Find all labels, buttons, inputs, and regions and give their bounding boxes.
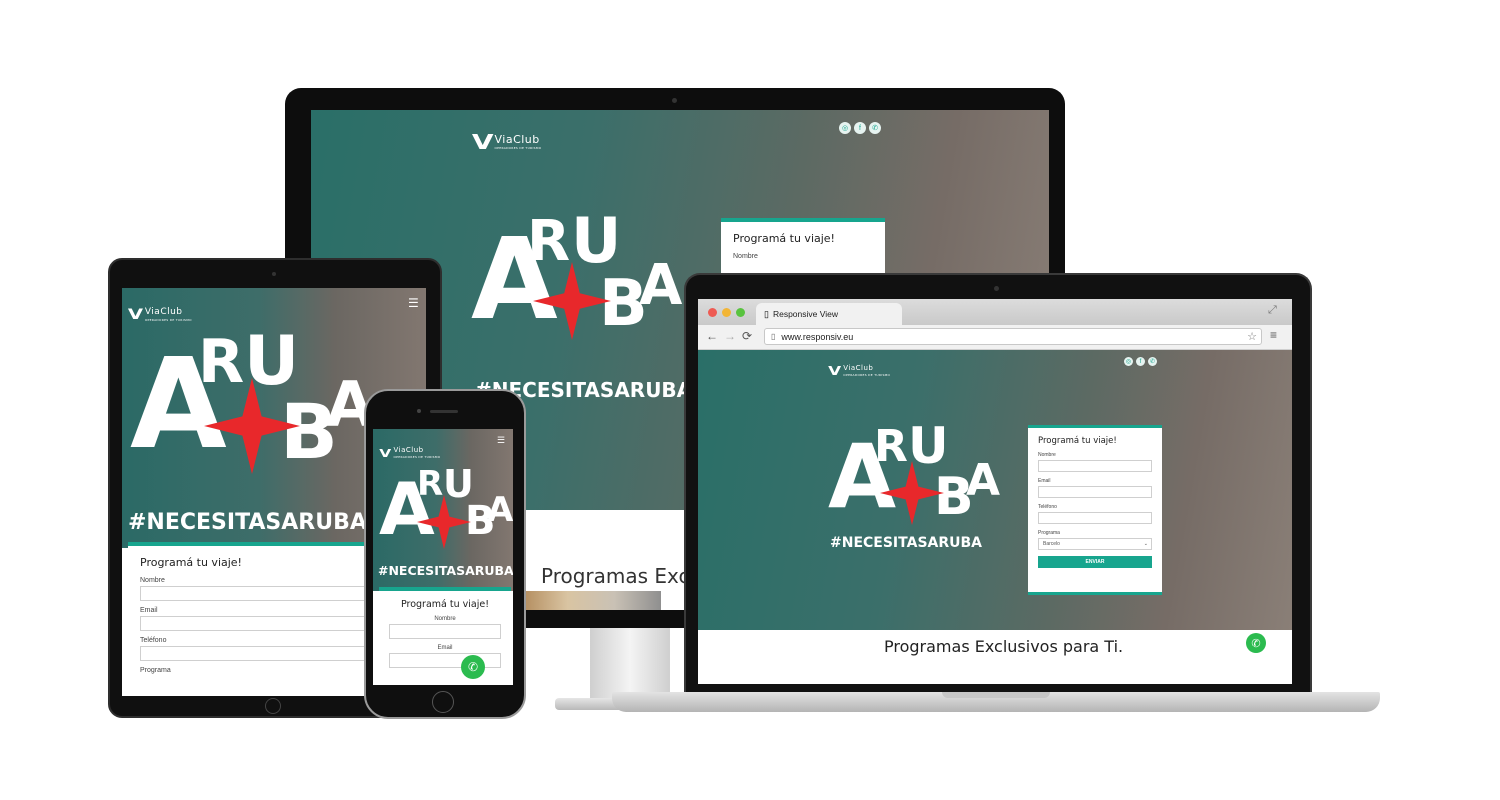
phone-form-label-email: Email [437,645,453,651]
laptop-facebook-icon[interactable]: f [1136,357,1145,366]
phone-screen: V ViaClub OPERADORES DE TURISMO ☰ A R U B… [373,429,513,685]
phone-logo-tagline: OPERADORES DE TURISMO [393,455,441,459]
bookmark-star-icon[interactable]: ☆ [1247,330,1257,343]
phone-form-title: Programá tu viaje! [400,599,490,610]
reload-icon[interactable]: ⟳ [742,329,752,343]
tablet-logo-v-mark: V [127,307,144,323]
laptop-whatsapp-button[interactable]: ✆ [1246,633,1266,653]
address-bar[interactable]: ▯ www.responsiv.eu ☆ [764,328,1262,345]
window-maximize-button[interactable] [736,308,745,317]
laptop-form-label-email: Email [1038,478,1051,484]
whatsapp-icon[interactable]: ✆ [869,122,881,134]
logo-name: ViaClub [494,133,540,146]
laptop-booking-form: Programá tu viaje! Nombre Email Teléfono… [1028,425,1162,595]
phone-form-label-name: Nombre [434,616,456,622]
facebook-icon[interactable]: f [854,122,866,134]
phone-camera [417,409,421,413]
laptop-notch [942,692,1050,698]
phone-aruba-logo: A R U B A [379,465,513,557]
laptop-form-title: Programá tu viaje! [1038,436,1117,446]
laptop-form-label-program: Programa [1038,530,1060,536]
laptop-viaclub-logo[interactable]: V ViaClub OPERADORES DE TURISMO [828,364,891,378]
laptop-submit-button[interactable]: ENVIAR [1038,556,1152,568]
tablet-home-button[interactable] [265,698,281,714]
laptop-logo-name: ViaClub [843,364,874,372]
browser-titlebar: ▯ Responsive View ⤢ [698,299,1292,325]
window-minimize-button[interactable] [722,308,731,317]
laptop-compass-star-icon [880,461,944,525]
tablet-aruba-logo: A R U B A [130,328,374,492]
section-title: Programas Exclu [541,564,708,588]
tablet-viaclub-logo[interactable]: V ViaClub OPERADORES DE TURISMO [127,307,192,323]
laptop-logo-tagline: OPERADORES DE TURISMO [843,373,891,377]
laptop-instagram-icon[interactable]: ◎ [1124,357,1133,366]
laptop-phone-input[interactable] [1038,512,1152,524]
monitor-camera [672,98,677,103]
phone-aruba-letter-a2: A [487,490,513,530]
browser-tab[interactable]: ▯ Responsive View [756,303,902,325]
laptop-whatsapp-icon[interactable]: ✆ [1148,357,1157,366]
laptop-name-input[interactable] [1038,460,1152,472]
forward-icon[interactable]: → [724,329,736,343]
window-close-button[interactable] [708,308,717,317]
laptop-social-links: ◎ f ✆ [1124,357,1157,366]
laptop-form-label-phone: Teléfono [1038,504,1057,510]
logo-v-mark: V [471,130,494,154]
tab-title: Responsive View [772,309,838,319]
fullscreen-icon[interactable]: ⤢ [1268,304,1277,317]
monitor-stand [590,628,670,698]
phone-whatsapp-button[interactable]: ✆ [461,655,485,679]
laptop-program-select[interactable]: Barcelo ⌄ [1038,538,1152,550]
phone-speaker [430,410,458,413]
laptop-aruba-logo: A R U B A [828,421,1001,535]
browser-menu-icon[interactable]: ≡ [1270,328,1277,342]
laptop-logo-v-mark: V [828,364,842,378]
laptop-form-label-name: Nombre [1038,452,1056,458]
phone-booking-form: Programá tu viaje! Nombre Email [379,587,511,685]
social-links: ◎ f ✆ [839,122,881,134]
aruba-letter-a2: A [639,253,683,318]
tablet-logo-name: ViaClub [144,307,183,317]
form-label-name: Nombre [733,253,758,260]
page-icon: ▯ [771,332,776,341]
laptop-camera [994,286,999,291]
phone-device: V ViaClub OPERADORES DE TURISMO ☰ A R U B… [364,389,526,719]
laptop-hero-hashtag: #NECESITASARUBA [830,535,983,551]
phone-hero-hashtag: #NECESITASARUBA [378,563,513,578]
aruba-logo: A R U B A [471,210,683,360]
phone-logo-v-mark: V [379,446,392,460]
back-icon[interactable]: ← [706,329,718,343]
tablet-compass-star-icon [204,378,300,474]
phone-name-input[interactable] [389,624,501,639]
laptop-program-value: Barcelo [1043,541,1060,547]
logo-tagline: OPERADORES DE TURISMO [494,146,542,150]
phone-menu-icon[interactable]: ☰ [497,435,505,446]
tablet-hero-hashtag: #NECESITASARUBA [128,510,367,535]
browser-toolbar: ← → ⟳ ▯ www.responsiv.eu ☆ ≡ [698,325,1292,350]
tablet-menu-icon[interactable]: ☰ [408,296,419,310]
phone-home-button[interactable] [432,691,454,713]
tab-phone-icon: ▯ [764,308,769,319]
laptop-device: ▯ Responsive View ⤢ ← → ⟳ ▯ www.responsi… [684,273,1312,697]
laptop-section-title: Programas Exclusivos para Ti. [884,637,1124,656]
phone-logo-name: ViaClub [393,446,424,454]
phone-viaclub-logo[interactable]: V ViaClub OPERADORES DE TURISMO [379,446,441,460]
viaclub-logo[interactable]: V ViaClub OPERADORES DE TURISMO [471,130,542,154]
laptop-email-input[interactable] [1038,486,1152,498]
phone-compass-star-icon [417,495,471,549]
tablet-camera [272,272,276,276]
form-title: Programá tu viaje! [733,232,835,245]
address-url: www.responsiv.eu [781,331,854,342]
compass-star-icon [533,262,611,340]
instagram-icon[interactable]: ◎ [839,122,851,134]
laptop-aruba-letter-a2: A [966,455,1001,506]
tablet-logo-tagline: OPERADORES DE TURISMO [144,318,192,322]
chevron-down-icon: ⌄ [1143,541,1148,547]
section-thumbnails [521,591,661,610]
laptop-screen: ▯ Responsive View ⤢ ← → ⟳ ▯ www.responsi… [698,299,1292,684]
